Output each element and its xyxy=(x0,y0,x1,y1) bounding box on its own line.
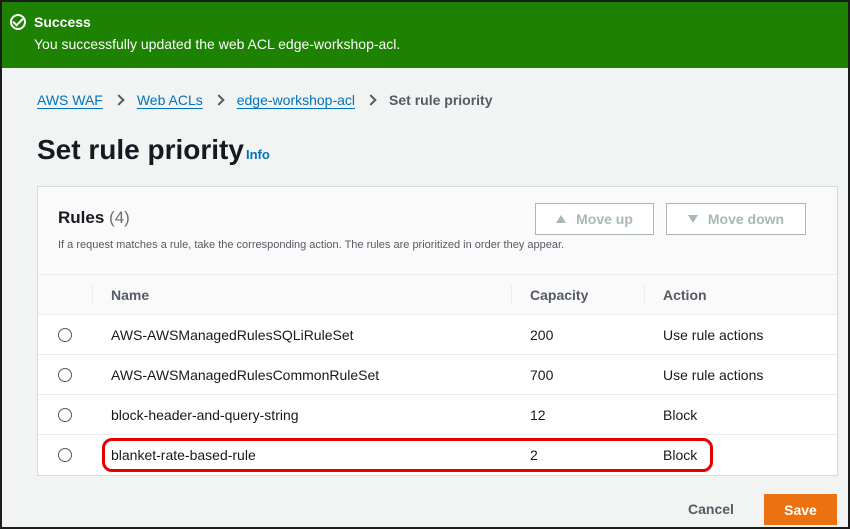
rule-action: Use rule actions xyxy=(663,327,764,343)
column-divider xyxy=(511,285,512,305)
info-link[interactable]: Info xyxy=(246,147,270,162)
table-header: Name Capacity Action xyxy=(38,275,837,315)
rules-count: (4) xyxy=(109,208,130,227)
row-radio[interactable] xyxy=(58,448,72,462)
rules-panel: Rules (4) If a request matches a rule, t… xyxy=(37,186,838,476)
row-radio[interactable] xyxy=(58,368,72,382)
chevron-right-icon xyxy=(113,94,125,106)
row-radio[interactable] xyxy=(58,408,72,422)
rule-capacity: 200 xyxy=(530,327,554,343)
table-row[interactable]: block-header-and-query-string 12 Block xyxy=(38,395,837,435)
row-radio[interactable] xyxy=(58,328,72,342)
chevron-right-icon xyxy=(365,94,377,106)
caret-down-icon xyxy=(687,215,698,223)
flash-message: You successfully updated the web ACL edg… xyxy=(34,36,401,52)
breadcrumb-aws-waf[interactable]: AWS WAF xyxy=(37,92,103,108)
flash-title: Success xyxy=(34,14,91,30)
chevron-right-icon xyxy=(213,94,225,106)
rules-table: Name Capacity Action AWS-AWSManagedRules… xyxy=(38,275,837,475)
breadcrumb-current: Set rule priority xyxy=(389,92,493,108)
move-down-button[interactable]: Move down xyxy=(666,203,806,235)
column-header-action[interactable]: Action xyxy=(663,287,707,303)
rule-name: AWS-AWSManagedRulesCommonRuleSet xyxy=(111,367,380,383)
check-circle-icon xyxy=(10,14,26,30)
rule-name: AWS-AWSManagedRulesSQLiRuleSet xyxy=(111,327,354,343)
move-up-label: Move up xyxy=(576,211,633,227)
move-down-label: Move down xyxy=(707,211,785,227)
breadcrumb-web-acls[interactable]: Web ACLs xyxy=(137,92,203,108)
column-divider xyxy=(92,285,93,305)
table-row[interactable]: AWS-AWSManagedRulesCommonRuleSet 700 Use… xyxy=(38,355,837,395)
rule-capacity: 2 xyxy=(530,447,538,463)
rules-description: If a request matches a rule, take the co… xyxy=(58,239,565,251)
rule-name: blanket-rate-based-rule xyxy=(111,447,256,463)
rule-capacity: 700 xyxy=(530,367,554,383)
breadcrumb-web-acl[interactable]: edge-workshop-acl xyxy=(237,92,355,108)
table-row[interactable]: blanket-rate-based-rule 2 Block xyxy=(38,435,837,475)
rule-capacity: 12 xyxy=(530,407,546,423)
breadcrumb: AWS WAF Web ACLs edge-workshop-acl Set r… xyxy=(37,90,493,110)
page-title: Set rule priority xyxy=(37,134,244,165)
rules-title: Rules xyxy=(58,208,105,227)
rule-action: Block xyxy=(663,447,698,463)
column-divider xyxy=(644,285,645,305)
table-row[interactable]: AWS-AWSManagedRulesSQLiRuleSet 200 Use r… xyxy=(38,315,837,355)
rules-heading: Rules (4) xyxy=(58,208,130,228)
cancel-button[interactable]: Cancel xyxy=(676,496,746,522)
column-header-capacity[interactable]: Capacity xyxy=(530,287,588,303)
rule-name: block-header-and-query-string xyxy=(111,407,299,423)
rule-action: Use rule actions xyxy=(663,367,764,383)
column-header-name[interactable]: Name xyxy=(111,287,149,303)
rules-panel-header: Rules (4) If a request matches a rule, t… xyxy=(38,187,837,275)
rule-action: Block xyxy=(663,407,698,423)
success-flash-banner: Success You successfully updated the web… xyxy=(2,2,848,68)
move-up-button[interactable]: Move up xyxy=(535,203,654,235)
caret-up-icon xyxy=(556,215,567,223)
save-button[interactable]: Save xyxy=(764,494,837,525)
